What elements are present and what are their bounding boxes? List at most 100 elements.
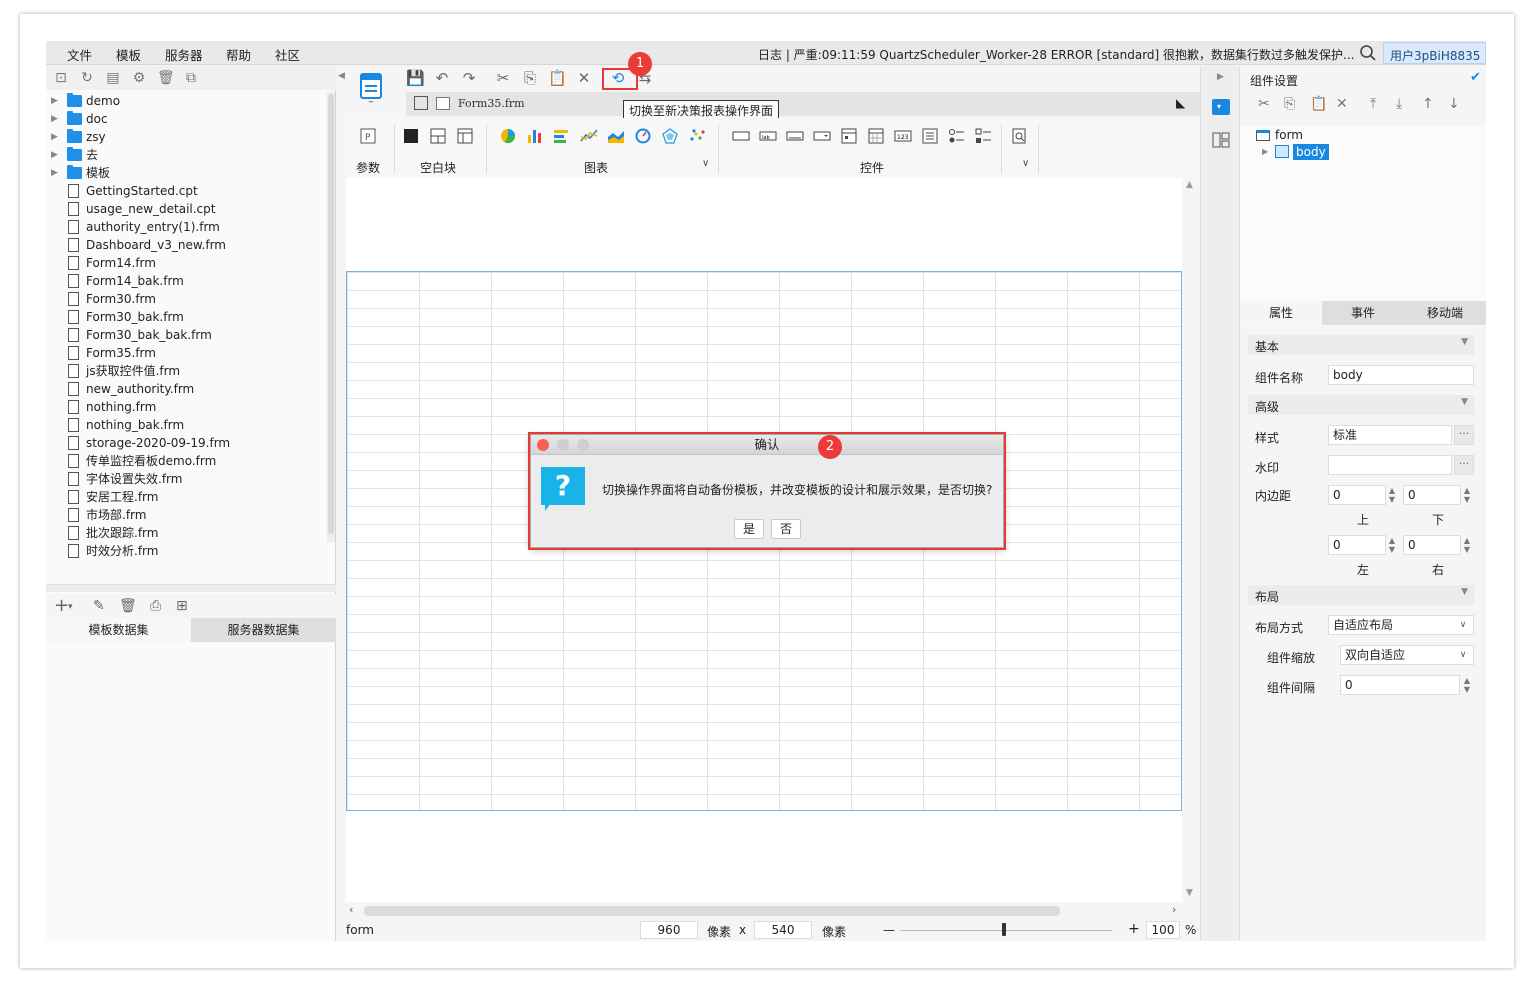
- padding-bottom-input[interactable]: 0: [1403, 485, 1461, 505]
- padding-bottom-stepper[interactable]: ▲ ▼: [1461, 486, 1473, 504]
- menu-template[interactable]: 模板: [116, 45, 141, 64]
- tree-folder[interactable]: ▶ demo: [46, 92, 328, 110]
- zoom-slider-handle[interactable]: [1002, 923, 1006, 936]
- move-top-icon[interactable]: ⤒: [1370, 96, 1376, 112]
- add-dataset-dropdown-icon[interactable]: ▾: [68, 602, 73, 612]
- canvas-width-input[interactable]: 960: [640, 921, 698, 939]
- widget-dropdown-icon[interactable]: ∨: [1022, 158, 1029, 169]
- delete-dataset-icon[interactable]: 🗑: [119, 598, 137, 614]
- refresh-icon[interactable]: ↻: [79, 70, 95, 86]
- canvas-horizontal-scrollbar[interactable]: ‹ ›: [346, 902, 1182, 920]
- tree-file[interactable]: js获取控件值.frm: [46, 362, 328, 380]
- zoom-input[interactable]: 100: [1146, 921, 1180, 939]
- tree-folder[interactable]: ▶ 模板: [46, 164, 328, 182]
- add-dataset-icon[interactable]: +: [54, 595, 69, 616]
- zoom-slider[interactable]: [900, 930, 1112, 931]
- style-input[interactable]: 标准: [1328, 425, 1452, 445]
- paste-icon[interactable]: 📋: [1310, 96, 1327, 112]
- padding-left-stepper[interactable]: ▲ ▼: [1386, 536, 1398, 554]
- padding-right-input[interactable]: 0: [1403, 535, 1461, 555]
- log-message[interactable]: 日志 | 严重:09:11:59 QuartzScheduler_Worker-…: [758, 46, 1358, 63]
- tree-file[interactable]: storage-2020-09-19.frm: [46, 434, 328, 452]
- grid-icon[interactable]: [414, 96, 428, 110]
- tree-file[interactable]: GettingStarted.cpt: [46, 182, 328, 200]
- padding-left-input[interactable]: 0: [1328, 535, 1386, 555]
- tab-server-dataset[interactable]: 服务器数据集: [191, 618, 336, 642]
- canvas-vertical-scrollbar[interactable]: ▲ ▼: [1182, 178, 1200, 902]
- expand-icon[interactable]: ▶: [1262, 147, 1268, 156]
- layout-mode-select[interactable]: 自适应布局: [1328, 615, 1474, 635]
- cut-icon[interactable]: ✂: [1258, 96, 1270, 112]
- redo-icon[interactable]: ↷: [460, 69, 478, 87]
- save-icon[interactable]: 💾: [406, 69, 425, 87]
- menu-server[interactable]: 服务器: [165, 45, 203, 64]
- tree-file[interactable]: Form30_bak_bak.frm: [46, 326, 328, 344]
- tree-file[interactable]: 安居工程.frm: [46, 488, 328, 506]
- line-chart-icon[interactable]: [580, 128, 598, 144]
- new-folder-icon[interactable]: ⊡: [53, 70, 69, 86]
- tree-folder[interactable]: ▶ doc: [46, 110, 328, 128]
- hbar-chart-icon[interactable]: [553, 128, 571, 144]
- padding-right-stepper[interactable]: ▲ ▼: [1461, 536, 1473, 554]
- search-icon[interactable]: [1359, 44, 1377, 62]
- tree-file[interactable]: 批次跟踪.frm: [46, 524, 328, 542]
- split-block-icon[interactable]: [429, 128, 447, 144]
- tree-file[interactable]: nothing.frm: [46, 398, 328, 416]
- collapse-right-icon[interactable]: ▶: [1217, 72, 1224, 82]
- tab-block-icon[interactable]: [456, 128, 474, 144]
- paste-icon[interactable]: 📋: [548, 69, 567, 87]
- settings-icon[interactable]: ⚙: [131, 70, 147, 86]
- chevron-down-icon[interactable]: ∨: [1454, 616, 1472, 634]
- copy-icon[interactable]: ⧉: [183, 70, 199, 86]
- tree-file[interactable]: 时效分析.frm: [46, 542, 328, 558]
- tree-folder[interactable]: ▶ 去: [46, 146, 328, 164]
- section-basic[interactable]: 基本 ▼: [1248, 335, 1474, 355]
- undo-icon[interactable]: ↶: [433, 69, 451, 87]
- tree-file[interactable]: Form30.frm: [46, 290, 328, 308]
- edit-icon[interactable]: ✔: [1470, 70, 1481, 85]
- tree-file[interactable]: 字体设置失效.frm: [46, 470, 328, 488]
- move-down-icon[interactable]: ↓: [1448, 96, 1460, 112]
- menu-file[interactable]: 文件: [67, 45, 92, 64]
- tab-menu-icon[interactable]: ◣: [1176, 96, 1185, 110]
- label-widget-icon[interactable]: lab: [759, 128, 777, 144]
- copy-icon[interactable]: ⎘: [521, 69, 539, 87]
- section-advanced[interactable]: 高级 ▼: [1248, 395, 1474, 415]
- combo-widget-icon[interactable]: [813, 128, 831, 144]
- panel-splitter[interactable]: [46, 584, 336, 592]
- bar-chart-icon[interactable]: [526, 128, 544, 144]
- tree-file[interactable]: new_authority.frm: [46, 380, 328, 398]
- radio-widget-icon[interactable]: [948, 128, 966, 144]
- tree-file[interactable]: Form14_bak.frm: [46, 272, 328, 290]
- tree-file[interactable]: Form35.frm: [46, 344, 328, 362]
- chevron-down-icon[interactable]: ∨: [1454, 646, 1472, 664]
- expand-icon[interactable]: ▶: [51, 164, 58, 182]
- pie-chart-icon[interactable]: [499, 128, 517, 144]
- area-chart-icon[interactable]: [607, 128, 625, 144]
- tree-node-form[interactable]: form: [1275, 128, 1303, 142]
- section-layout[interactable]: 布局 ▼: [1248, 585, 1474, 605]
- tree-file[interactable]: authority_entry(1).frm: [46, 218, 328, 236]
- tree-file[interactable]: Form14.frm: [46, 254, 328, 272]
- tree-file[interactable]: nothing_bak.frm: [46, 416, 328, 434]
- text-widget-icon[interactable]: [786, 128, 804, 144]
- expand-icon[interactable]: ▶: [51, 110, 58, 128]
- tab-events[interactable]: 事件: [1322, 301, 1404, 325]
- scatter-chart-icon[interactable]: [688, 128, 706, 144]
- template-list-icon[interactable]: ▤: [105, 70, 121, 86]
- preview-dataset-icon[interactable]: ⎙: [150, 598, 161, 614]
- number-widget-icon[interactable]: 123: [894, 128, 912, 144]
- zoom-in-button[interactable]: +: [1128, 921, 1140, 937]
- list-widget-icon[interactable]: [921, 128, 939, 144]
- delete-icon[interactable]: ✕: [575, 69, 593, 87]
- tab-form35[interactable]: Form35.frm: [458, 97, 525, 110]
- tree-file[interactable]: 传单监控看板demo.frm: [46, 452, 328, 470]
- delete-icon[interactable]: ✕: [1336, 96, 1348, 112]
- expand-icon[interactable]: ▶: [51, 146, 58, 164]
- template-icon[interactable]: [358, 72, 384, 104]
- menu-help[interactable]: 帮助: [226, 45, 251, 64]
- gap-input[interactable]: 0: [1340, 675, 1460, 695]
- watermark-input[interactable]: [1328, 455, 1452, 475]
- padding-top-stepper[interactable]: ▲ ▼: [1386, 486, 1398, 504]
- date-widget-icon[interactable]: [840, 128, 858, 144]
